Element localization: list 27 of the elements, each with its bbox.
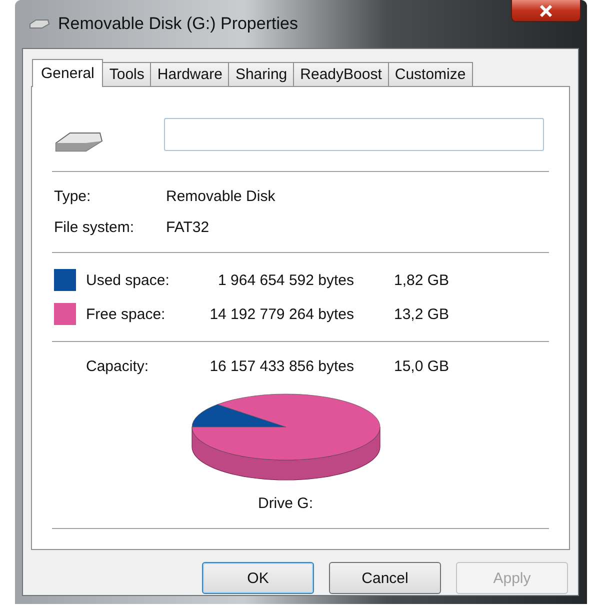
tab[interactable]: Hardware	[150, 62, 230, 86]
drive-caption: Drive G:	[256, 495, 314, 512]
dialog-button[interactable]: Cancel	[329, 562, 441, 594]
size-value: 1,82 GB	[393, 272, 450, 288]
drive-icon	[28, 18, 50, 30]
space-label: Free space:	[86, 306, 166, 322]
bytes-value: 1 964 654 592 bytes	[217, 272, 354, 288]
tab[interactable]: General	[32, 59, 104, 87]
window-title: Removable Disk (G:) Properties	[58, 14, 298, 34]
info-label: File system:	[54, 219, 136, 236]
info-value: FAT32	[166, 219, 210, 236]
bytes-value: 16 157 433 856 bytes	[208, 358, 354, 375]
info-label: Type:	[54, 188, 92, 205]
tab[interactable]: Tools	[102, 62, 152, 86]
tab[interactable]: ReadyBoost	[293, 62, 389, 86]
close-icon	[539, 4, 553, 16]
close-button[interactable]	[511, 0, 581, 22]
size-value: 13,2 GB	[393, 306, 450, 322]
dialog-button[interactable]: OK	[202, 562, 314, 594]
capacity-label: Capacity:	[86, 358, 150, 375]
size-value: 15,0 GB	[393, 358, 450, 375]
name-field[interactable]	[164, 118, 544, 150]
tab[interactable]: Sharing	[228, 62, 294, 86]
space-label: Used space:	[86, 272, 170, 288]
tab[interactable]: Customize	[388, 62, 473, 86]
bytes-value: 14 192 779 264 bytes	[208, 306, 354, 322]
info-value: Removable Disk	[166, 188, 276, 205]
